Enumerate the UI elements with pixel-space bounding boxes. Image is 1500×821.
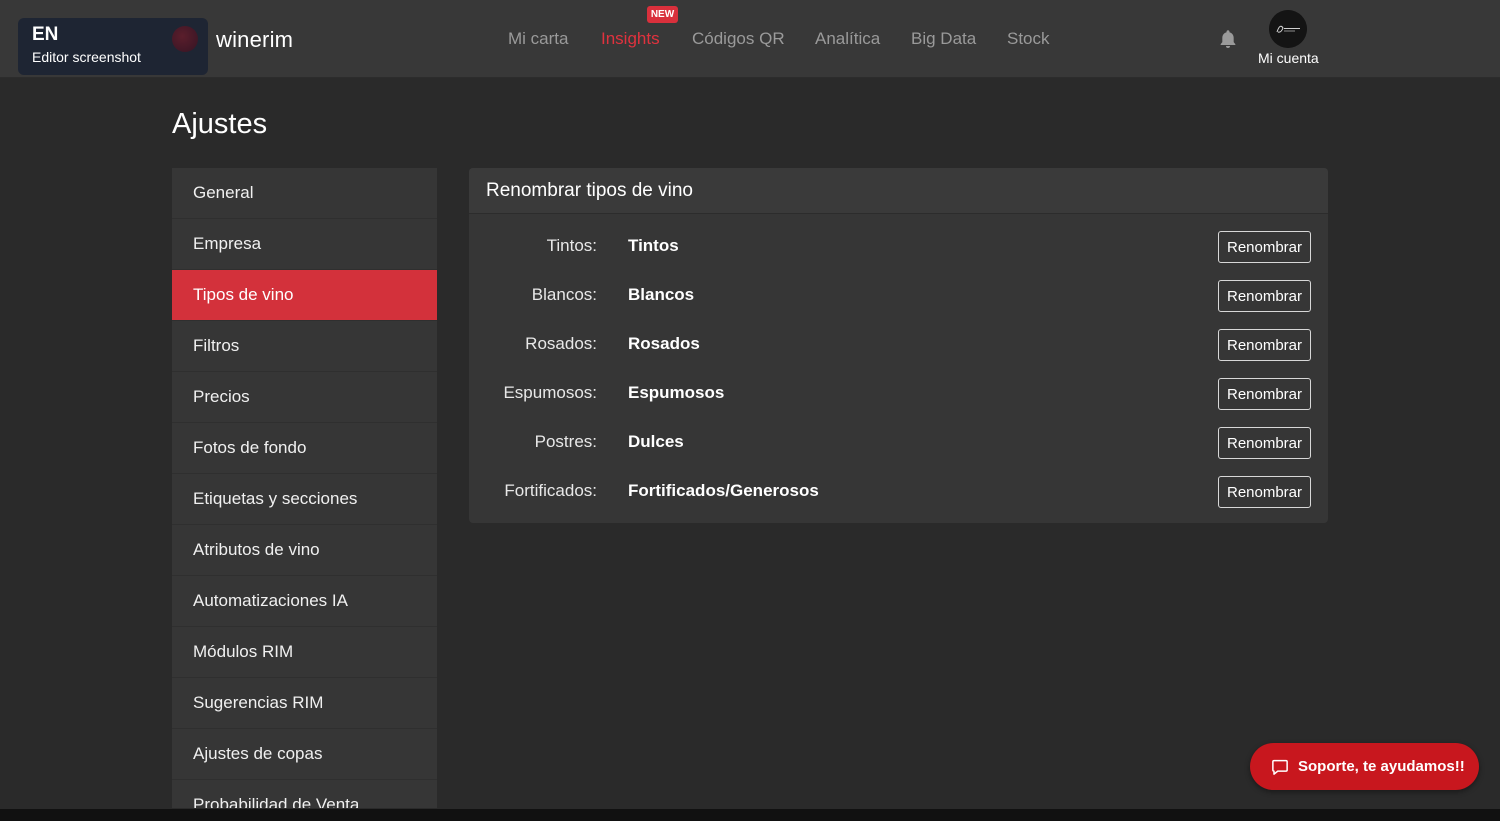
sidebar-item-empresa[interactable]: Empresa [172,219,437,270]
rename-button[interactable]: Renombrar [1218,231,1311,263]
restaurant-logo-icon [1269,10,1307,48]
nav-big-data[interactable]: Big Data [911,29,976,49]
panel-title: Renombrar tipos de vino [469,168,1328,214]
wine-type-row: Tintos: Tintos Renombrar [469,231,1328,263]
sidebar-item-filtros[interactable]: Filtros [172,321,437,372]
rename-button[interactable]: Renombrar [1218,280,1311,312]
wine-type-value: Dulces [628,432,684,451]
sidebar-item-modulos-rim[interactable]: Módulos RIM [172,627,437,678]
nav-insights[interactable]: Insights [601,29,660,49]
sidebar-item-fotos-de-fondo[interactable]: Fotos de fondo [172,423,437,474]
nav-codigos-qr[interactable]: Códigos QR [692,29,785,49]
wine-type-label: Tintos: [546,236,597,255]
rename-button[interactable]: Renombrar [1218,427,1311,459]
sidebar-item-general[interactable]: General [172,168,437,219]
settings-sidebar: General Empresa Tipos de vino Filtros Pr… [172,168,437,808]
top-navigation-bar: EN Editor screenshot winerim Mi carta In… [0,0,1500,78]
sidebar-item-ajustes-de-copas[interactable]: Ajustes de copas [172,729,437,780]
rename-wine-types-panel: Renombrar tipos de vino Tintos: Tintos R… [469,168,1328,523]
wine-type-row: Blancos: Blancos Renombrar [469,280,1328,312]
account-avatar[interactable] [1269,10,1307,48]
language-subtitle: Editor screenshot [32,49,141,65]
nav-stock[interactable]: Stock [1007,29,1050,49]
sidebar-item-sugerencias-rim[interactable]: Sugerencias RIM [172,678,437,729]
notification-bell-icon[interactable] [1217,28,1239,50]
wine-type-value: Rosados [628,334,700,353]
wine-type-value: Tintos [628,236,679,255]
wine-type-label: Postres: [534,432,597,451]
sidebar-item-atributos-de-vino[interactable]: Atributos de vino [172,525,437,576]
language-code: EN [32,24,59,45]
rename-button[interactable]: Renombrar [1218,476,1311,508]
wine-type-label: Fortificados: [504,481,597,500]
wine-type-row: Rosados: Rosados Renombrar [469,329,1328,361]
rename-button[interactable]: Renombrar [1218,378,1311,410]
nav-analitica[interactable]: Analítica [815,29,880,49]
page-title: Ajustes [172,108,268,140]
brand-logo-icon [172,26,198,52]
wine-type-value: Espumosos [628,383,725,402]
wine-type-label: Espumosos: [503,383,597,402]
sidebar-item-probabilidad-de-venta[interactable]: Probabilidad de Venta [172,780,437,808]
window-bottom-edge [0,809,1500,821]
wine-type-label: Blancos: [531,285,597,304]
sidebar-item-tipos-de-vino[interactable]: Tipos de vino [172,270,437,321]
chat-bubble-icon [1272,759,1288,775]
account-label[interactable]: Mi cuenta [1258,50,1319,66]
sidebar-item-automatizaciones-ia[interactable]: Automatizaciones IA [172,576,437,627]
support-label: Soporte, te ayudamos!! [1298,758,1465,775]
wine-type-value: Blancos [628,285,695,304]
wine-type-row: Postres: Dulces Renombrar [469,427,1328,459]
brand-name[interactable]: winerim [216,27,293,53]
support-chat-button[interactable]: Soporte, te ayudamos!! [1250,743,1479,790]
nav-mi-carta[interactable]: Mi carta [508,29,568,49]
sidebar-item-precios[interactable]: Precios [172,372,437,423]
sidebar-item-etiquetas-y-secciones[interactable]: Etiquetas y secciones [172,474,437,525]
wine-type-row: Fortificados: Fortificados/Generosos Ren… [469,476,1328,508]
wine-type-value: Fortificados/Generosos [628,481,819,500]
wine-type-label: Rosados: [525,334,597,353]
new-badge: NEW [647,6,678,23]
wine-type-row: Espumosos: Espumosos Renombrar [469,378,1328,410]
rename-button[interactable]: Renombrar [1218,329,1311,361]
